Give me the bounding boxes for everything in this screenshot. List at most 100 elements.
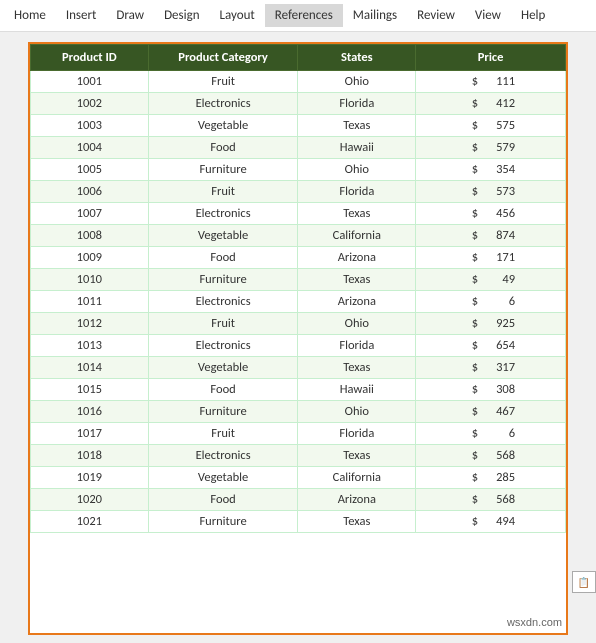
cell-state: Hawaii xyxy=(298,137,416,159)
cell-state: Arizona xyxy=(298,291,416,313)
cell-product-id: 1004 xyxy=(31,137,149,159)
table-row: 1010FurnitureTexas$49 xyxy=(31,269,566,291)
cell-state: Texas xyxy=(298,445,416,467)
table-row: 1011ElectronicsArizona$6 xyxy=(31,291,566,313)
ctrl-label: 📋 xyxy=(578,576,590,589)
cell-price: $6 xyxy=(416,423,566,445)
cell-category: Vegetable xyxy=(148,357,298,379)
cell-category: Vegetable xyxy=(148,225,298,247)
cell-state: Ohio xyxy=(298,401,416,423)
cell-category: Fruit xyxy=(148,181,298,203)
cell-state: Texas xyxy=(298,511,416,533)
cell-product-id: 1003 xyxy=(31,115,149,137)
table-row: 1002ElectronicsFlorida$412 xyxy=(31,93,566,115)
table-row: 1014VegetableTexas$317 xyxy=(31,357,566,379)
table-row: 1017FruitFlorida$6 xyxy=(31,423,566,445)
cell-state: Texas xyxy=(298,357,416,379)
table-row: 1013ElectronicsFlorida$654 xyxy=(31,335,566,357)
cell-price: $6 xyxy=(416,291,566,313)
table-row: 1009FoodArizona$171 xyxy=(31,247,566,269)
menubar-item-design[interactable]: Design xyxy=(154,4,209,27)
cell-category: Electronics xyxy=(148,203,298,225)
cell-category: Vegetable xyxy=(148,467,298,489)
cell-product-id: 1007 xyxy=(31,203,149,225)
table-row: 1007ElectronicsTexas$456 xyxy=(31,203,566,225)
cell-product-id: 1017 xyxy=(31,423,149,445)
cell-product-id: 1019 xyxy=(31,467,149,489)
cell-price: $308 xyxy=(416,379,566,401)
cell-state: Ohio xyxy=(298,159,416,181)
cell-category: Fruit xyxy=(148,423,298,445)
menubar-item-view[interactable]: View xyxy=(465,4,511,27)
cell-product-id: 1011 xyxy=(31,291,149,313)
cell-price: $285 xyxy=(416,467,566,489)
cell-price: $171 xyxy=(416,247,566,269)
header-price: Price xyxy=(416,45,566,71)
cell-state: Florida xyxy=(298,423,416,445)
menubar-item-references[interactable]: References xyxy=(265,4,343,27)
cell-category: Food xyxy=(148,379,298,401)
cell-product-id: 1012 xyxy=(31,313,149,335)
cell-category: Food xyxy=(148,137,298,159)
table-row: 1008VegetableCalifornia$874 xyxy=(31,225,566,247)
cell-price: $573 xyxy=(416,181,566,203)
cell-price: $568 xyxy=(416,445,566,467)
cell-product-id: 1001 xyxy=(31,71,149,93)
cell-state: Florida xyxy=(298,181,416,203)
menubar-item-mailings[interactable]: Mailings xyxy=(343,4,407,27)
cell-price: $874 xyxy=(416,225,566,247)
cell-price: $568 xyxy=(416,489,566,511)
table-row: 1020FoodArizona$568 xyxy=(31,489,566,511)
table-row: 1001FruitOhio$111 xyxy=(31,71,566,93)
cell-category: Vegetable xyxy=(148,115,298,137)
table-row: 1021FurnitureTexas$494 xyxy=(31,511,566,533)
menubar-item-help[interactable]: Help xyxy=(511,4,555,27)
cell-product-id: 1006 xyxy=(31,181,149,203)
table-row: 1005FurnitureOhio$354 xyxy=(31,159,566,181)
header-states: States xyxy=(298,45,416,71)
cell-product-id: 1008 xyxy=(31,225,149,247)
table-row: 1012FruitOhio$925 xyxy=(31,313,566,335)
cell-category: Fruit xyxy=(148,313,298,335)
cell-category: Furniture xyxy=(148,511,298,533)
menu-bar: HomeInsertDrawDesignLayoutReferencesMail… xyxy=(0,0,596,32)
cell-price: $494 xyxy=(416,511,566,533)
cell-category: Food xyxy=(148,489,298,511)
menubar-item-insert[interactable]: Insert xyxy=(56,4,107,27)
content-area: Product ID Product Category States Price… xyxy=(0,32,596,643)
cell-price: $579 xyxy=(416,137,566,159)
cell-product-id: 1002 xyxy=(31,93,149,115)
cell-category: Furniture xyxy=(148,159,298,181)
cell-category: Furniture xyxy=(148,269,298,291)
cell-price: $111 xyxy=(416,71,566,93)
cell-state: Ohio xyxy=(298,71,416,93)
cell-category: Electronics xyxy=(148,445,298,467)
table-container: Product ID Product Category States Price… xyxy=(28,42,568,635)
cell-category: Food xyxy=(148,247,298,269)
data-table: Product ID Product Category States Price… xyxy=(30,44,566,533)
cell-state: Ohio xyxy=(298,313,416,335)
cell-category: Fruit xyxy=(148,71,298,93)
cell-category: Electronics xyxy=(148,93,298,115)
menubar-item-layout[interactable]: Layout xyxy=(210,4,265,27)
cell-product-id: 1014 xyxy=(31,357,149,379)
cell-state: Texas xyxy=(298,115,416,137)
menubar-item-review[interactable]: Review xyxy=(407,4,465,27)
cell-category: Furniture xyxy=(148,401,298,423)
menubar-item-draw[interactable]: Draw xyxy=(106,4,154,27)
table-header-row: Product ID Product Category States Price xyxy=(31,45,566,71)
menubar-item-home[interactable]: Home xyxy=(4,4,56,27)
ctrl-paste-indicator[interactable]: 📋 xyxy=(572,571,596,593)
cell-product-id: 1021 xyxy=(31,511,149,533)
cell-category: Electronics xyxy=(148,335,298,357)
cell-price: $317 xyxy=(416,357,566,379)
cell-price: $654 xyxy=(416,335,566,357)
table-row: 1019VegetableCalifornia$285 xyxy=(31,467,566,489)
cell-category: Electronics xyxy=(148,291,298,313)
cell-product-id: 1013 xyxy=(31,335,149,357)
cell-product-id: 1020 xyxy=(31,489,149,511)
cell-product-id: 1009 xyxy=(31,247,149,269)
cell-price: $412 xyxy=(416,93,566,115)
header-product-category: Product Category xyxy=(148,45,298,71)
header-product-id: Product ID xyxy=(31,45,149,71)
